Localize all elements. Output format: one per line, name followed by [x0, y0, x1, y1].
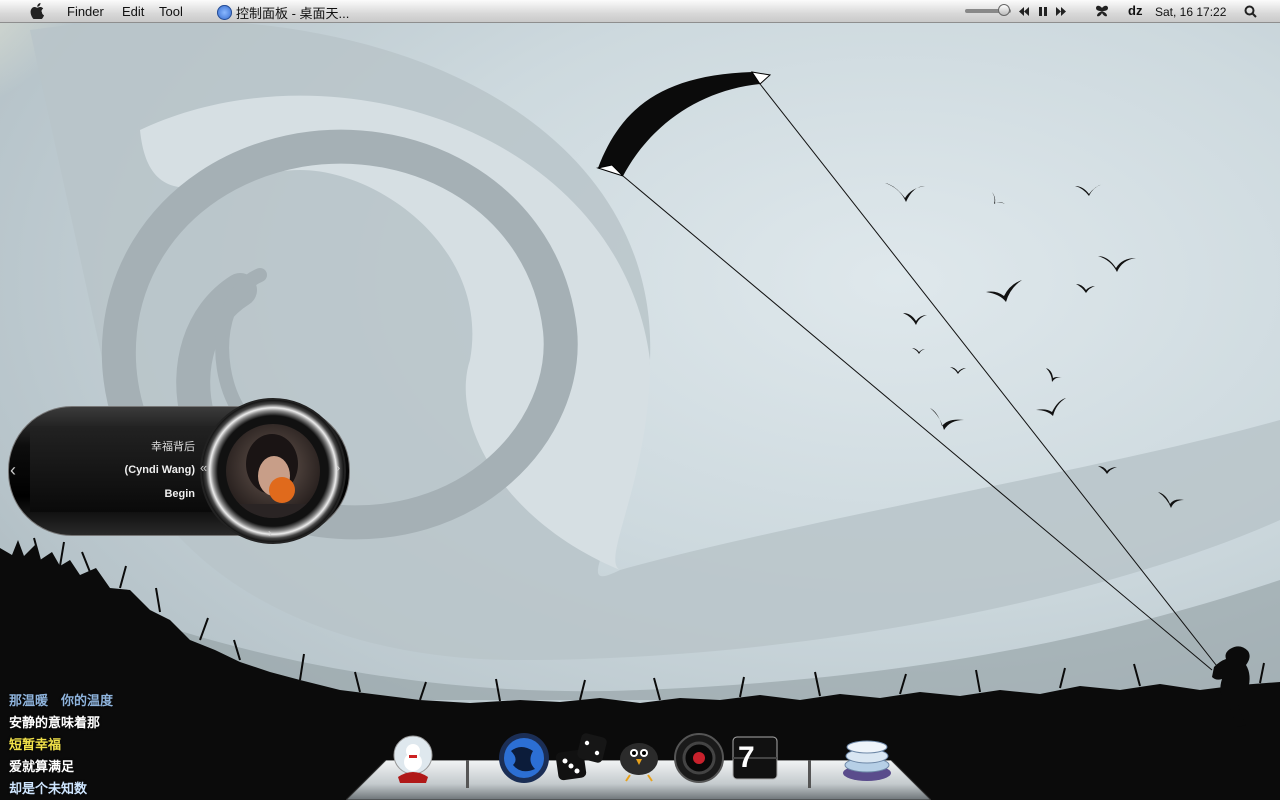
- dock-dice-icon[interactable]: [555, 731, 609, 785]
- rewind-icon: [1019, 7, 1024, 16]
- calendar-day: 7: [738, 741, 755, 774]
- menu-tool[interactable]: Tool: [159, 4, 183, 19]
- rewind-button[interactable]: «: [200, 460, 207, 475]
- pause-icon: [1039, 7, 1042, 16]
- butterfly-icon[interactable]: [1095, 5, 1109, 18]
- media-controls: [1019, 7, 1066, 16]
- menu-finder[interactable]: Finder: [67, 4, 104, 19]
- next-track-button[interactable]: ›: [336, 460, 340, 475]
- album-art-portrait: [226, 434, 320, 518]
- player-status[interactable]: Begin: [164, 488, 195, 500]
- dock-snow-globe-icon[interactable]: [386, 731, 440, 785]
- dock-camera-icon[interactable]: [672, 731, 726, 785]
- lyric-line-2: 安静的意味着那: [9, 715, 101, 730]
- expand-button[interactable]: ›: [268, 526, 272, 540]
- lyric-line-5: 却是个未知数: [9, 781, 88, 796]
- dock-separator: [466, 760, 469, 788]
- dz-tray-item[interactable]: dz: [1128, 3, 1142, 18]
- menu-clock[interactable]: Sat, 16 17:22: [1155, 5, 1226, 19]
- active-window-title: 控制面板 - 桌面天...: [236, 6, 350, 21]
- album-art: [226, 424, 320, 518]
- music-player-widget: ‹ 幸福背后 (Cyndi Wang) Begin « › ›: [8, 398, 360, 544]
- active-window-menu[interactable]: 控制面板 - 桌面天...: [217, 3, 349, 22]
- apple-menu-icon[interactable]: [30, 3, 44, 19]
- lyric-line-4: 爱就算满足: [9, 759, 75, 774]
- forward-icon: [1056, 7, 1061, 16]
- lyrics-panel: 那温暖 你的温度 安静的意味着那 短暂幸福 爱就算满足 却是个未知数: [9, 690, 113, 800]
- dock-calendar-icon[interactable]: 7: [729, 731, 783, 785]
- song-title: 幸福背后: [151, 441, 195, 453]
- control-panel-icon: [217, 5, 232, 20]
- dock-browser-icon[interactable]: [497, 731, 551, 785]
- volume-knob[interactable]: [998, 4, 1010, 16]
- lyric-line-1: 那温暖 你的温度: [9, 693, 114, 708]
- menu-edit[interactable]: Edit: [122, 4, 144, 19]
- menu-bar: Finder Edit Tool 控制面板 - 桌面天... dz Sat, 1…: [0, 0, 1280, 23]
- dock-separator: [808, 760, 811, 788]
- kite-shape: [598, 72, 770, 176]
- birds-flock: [885, 183, 1184, 508]
- dock-stack-icon[interactable]: [840, 731, 894, 785]
- prev-track-button[interactable]: ‹: [10, 460, 16, 481]
- spotlight-search-icon[interactable]: [1244, 5, 1257, 18]
- lyric-line-3: 短暂幸福: [9, 737, 62, 752]
- dock-twitter-bird-icon[interactable]: [612, 731, 666, 785]
- song-artist: (Cyndi Wang): [124, 464, 195, 476]
